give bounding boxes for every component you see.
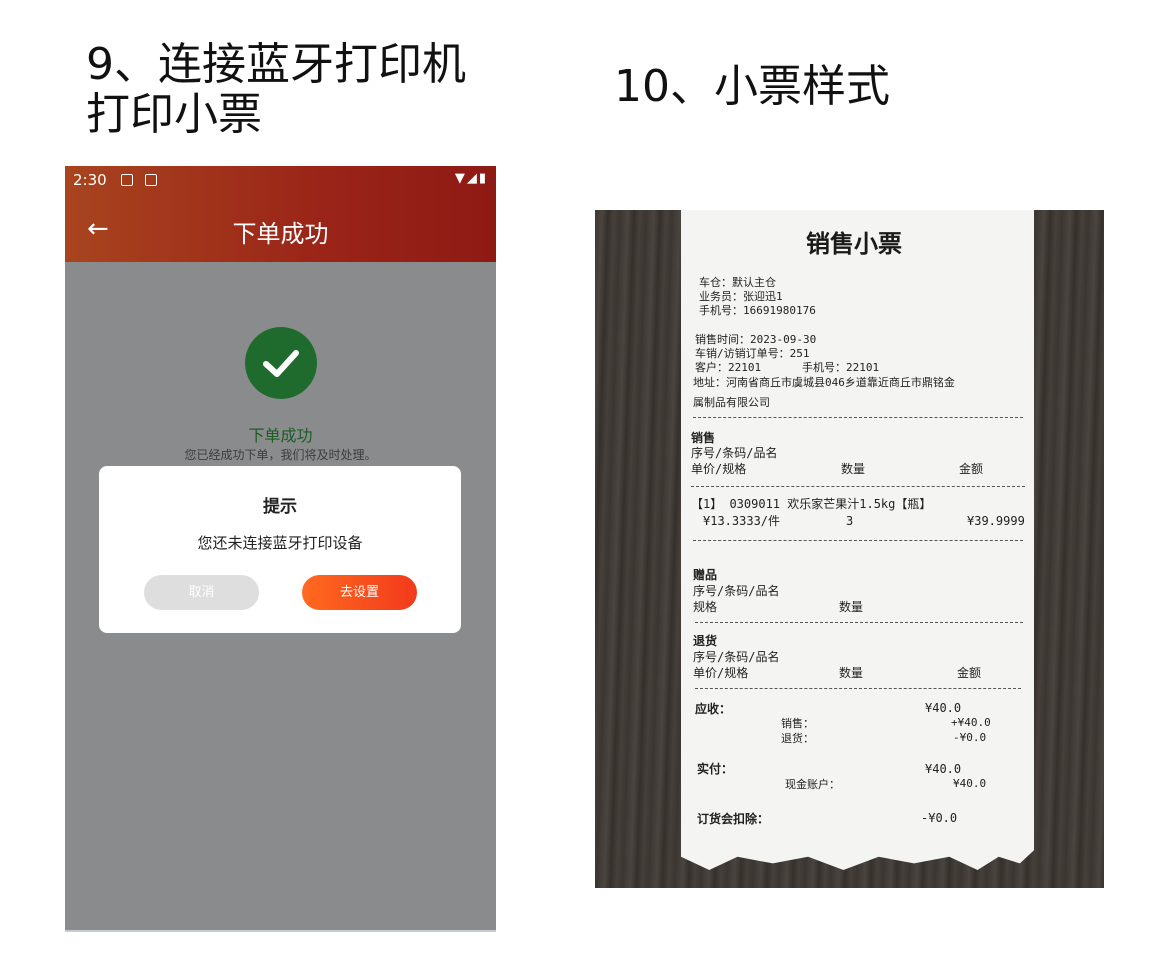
receipt-warehouse: 车仓：默认主仓	[699, 276, 776, 289]
success-title: 下单成功	[248, 426, 313, 445]
dialog-message: 您还未连接蓝牙打印设备	[197, 534, 363, 552]
sales-col-amount: 金额	[959, 462, 984, 476]
deduct-label: 订货会扣除：	[697, 812, 770, 826]
status-time: 2:30	[73, 171, 107, 189]
cash-account-value: ¥40.0	[953, 777, 987, 790]
receipt-divider	[693, 417, 1023, 418]
receipt-salesman: 业务员：张迎迅1	[699, 290, 783, 303]
check-circle-icon	[245, 327, 317, 399]
sales-col-price: 单价/规格	[691, 462, 747, 476]
receipt-divider	[695, 622, 1023, 623]
sales-item-qty: 3	[846, 514, 854, 528]
receipt-divider	[691, 486, 1025, 487]
go-settings-button[interactable]: 去设置	[302, 575, 417, 610]
receipt-title: 销售小票	[806, 229, 902, 258]
returns-heading: 退货	[693, 634, 718, 648]
receipt-customer: 客户：22101	[695, 361, 762, 374]
returns-col-price: 单价/规格	[693, 666, 749, 680]
slide-title-step-10: 10、小票样式	[614, 61, 890, 112]
receivable-label: 应收：	[695, 702, 732, 716]
sales-heading: 销售	[691, 431, 716, 445]
gifts-col-qty: 数量	[839, 600, 864, 614]
returns-col-item: 序号/条码/品名	[693, 650, 780, 664]
wifi-signal-battery-icon: ▼◢▮	[454, 171, 488, 186]
image-notification-icon	[121, 174, 133, 186]
app-bar: 2:30 ▼◢▮ ← 下单成功	[65, 166, 496, 262]
phone-bottom-edge	[65, 930, 496, 932]
returns-col-amount: 金额	[957, 666, 982, 680]
summary-sales-value: +¥40.0	[951, 716, 991, 729]
sales-col-item: 序号/条码/品名	[691, 446, 778, 460]
sales-item-line: 【1】 0309011 欢乐家芒果汁1.5kg【瓶】	[691, 497, 932, 511]
receipt-order-no: 车销/访销订单号：251	[695, 347, 810, 360]
returns-col-qty: 数量	[839, 666, 864, 680]
cancel-button[interactable]: 取消	[144, 575, 259, 610]
dialog-title: 提示	[263, 497, 297, 517]
sales-item-amount: ¥39.9999	[967, 514, 1025, 528]
receipt-address-1: 地址：河南省商丘市虞城县046乡道靠近商丘市鼎铭金	[693, 376, 955, 389]
receipt-divider	[695, 688, 1021, 689]
receivable-value: ¥40.0	[925, 701, 962, 715]
receipt-address-2: 属制品有限公司	[693, 396, 770, 409]
gifts-col-spec: 规格	[693, 600, 718, 614]
receipt-sale-time: 销售时间：2023-09-30	[695, 333, 817, 346]
receipt-phone: 手机号：16691980176	[699, 304, 816, 317]
slide-title-step-9: 9、连接蓝牙打印机 打印小票	[86, 39, 466, 140]
summary-sales-label: 销售：	[781, 717, 814, 730]
receipt-paper: 销售小票 车仓：默认主仓 业务员：张迎迅1 手机号：16691980176 销售…	[681, 210, 1034, 870]
status-bar: 2:30 ▼◢▮	[65, 166, 496, 194]
paid-value: ¥40.0	[925, 762, 962, 776]
summary-returns-label: 退货：	[781, 732, 814, 745]
paid-label: 实付：	[697, 762, 734, 776]
sales-col-qty: 数量	[841, 462, 866, 476]
cash-account-label: 现金账户：	[785, 778, 840, 791]
phone-screenshot: 2:30 ▼◢▮ ← 下单成功 下单成功 您已经成功下单，我们将及时处理。 提示…	[65, 166, 496, 932]
summary-returns-value: -¥0.0	[953, 731, 987, 744]
deduct-value: -¥0.0	[921, 811, 958, 825]
gifts-col-item: 序号/条码/品名	[693, 584, 780, 598]
prompt-dialog: 提示 您还未连接蓝牙打印设备 取消 去设置	[99, 466, 461, 633]
success-message: 您已经成功下单，我们将及时处理。	[184, 448, 377, 462]
sales-item-price: ¥13.3333/件	[703, 514, 781, 528]
app-notification-icon	[145, 174, 157, 186]
gifts-heading: 赠品	[693, 568, 718, 582]
appbar-title: 下单成功	[232, 220, 329, 248]
receipt-photo: 销售小票 车仓：默认主仓 业务员：张迎迅1 手机号：16691980176 销售…	[595, 210, 1104, 888]
receipt-customer-phone: 手机号：22101	[802, 361, 880, 374]
receipt-divider	[693, 540, 1023, 541]
